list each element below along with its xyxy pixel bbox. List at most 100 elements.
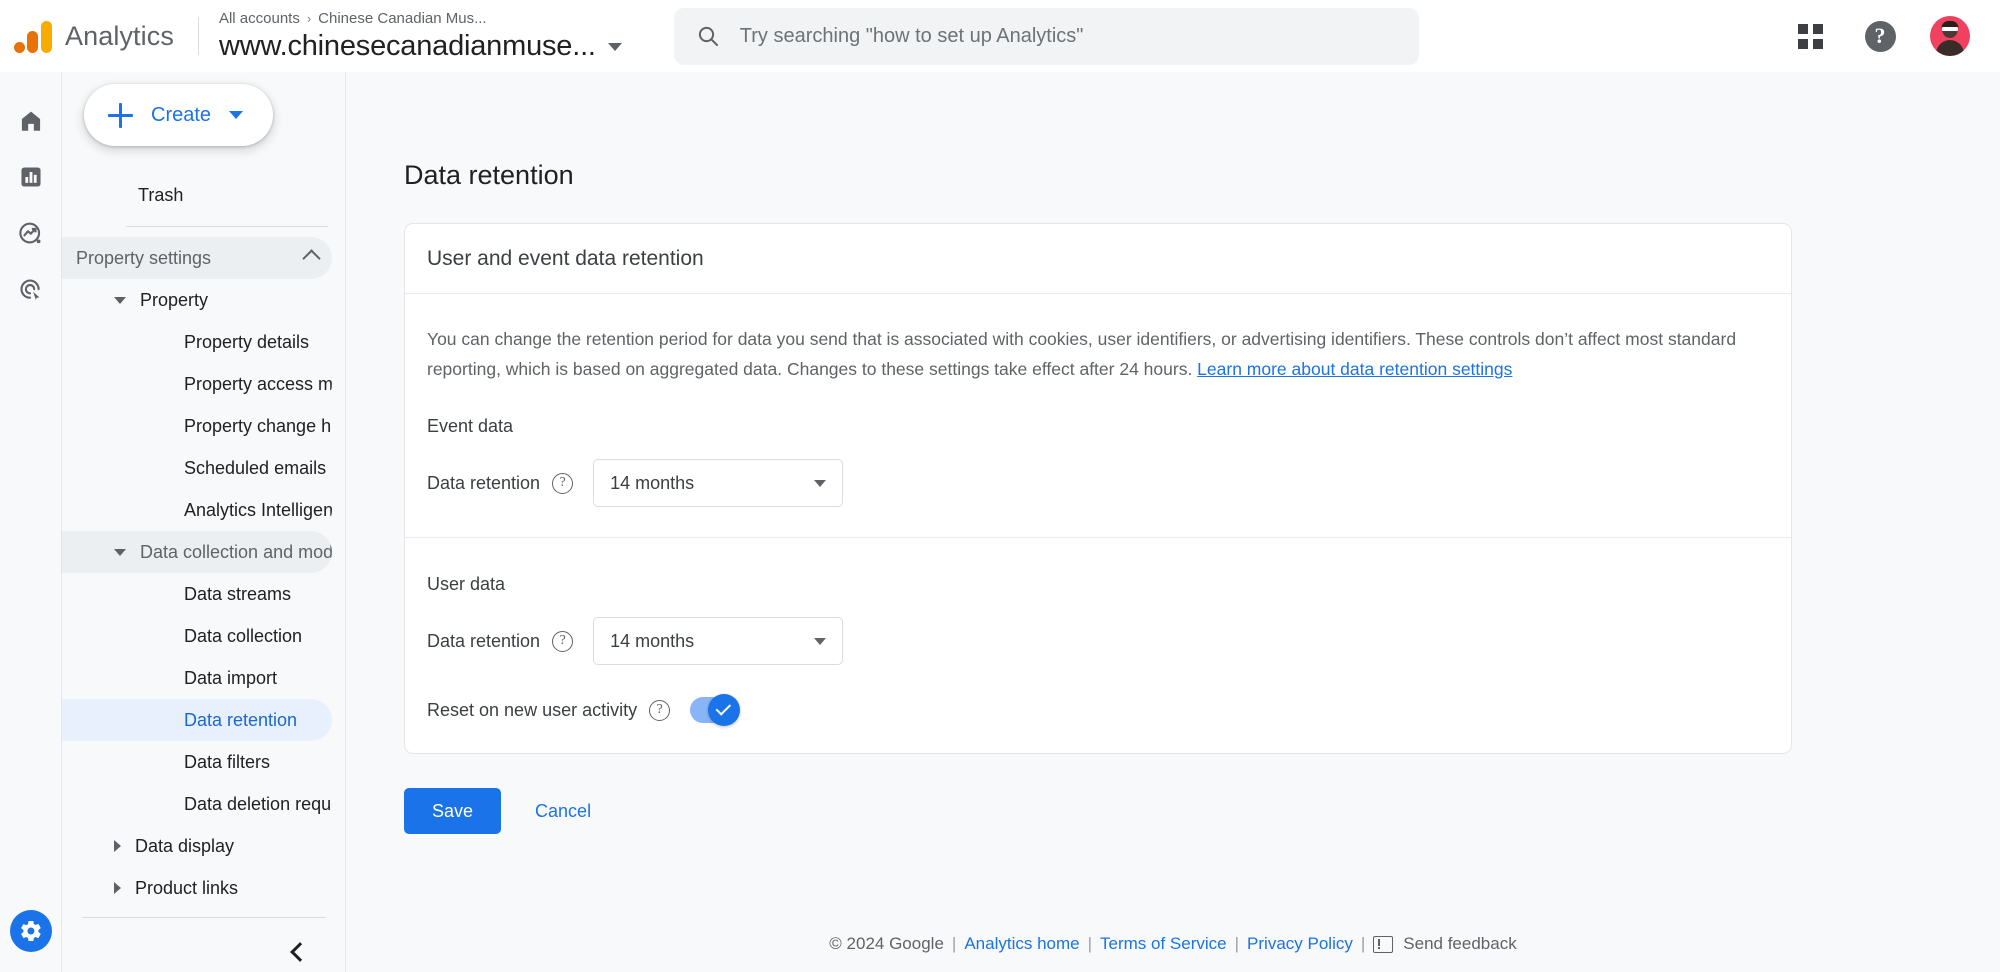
sidebar-item-analytics-intelligence-search[interactable]: Analytics Intelligence sear... — [62, 489, 332, 531]
sidebar-item-data-deletion-requests[interactable]: Data deletion requests — [62, 783, 332, 825]
apps-grid-icon — [1797, 23, 1823, 49]
analytics-brand[interactable]: Analytics — [0, 19, 174, 53]
sidebar-item-property-change-history[interactable]: Property change history — [62, 405, 332, 447]
top-bar-actions: ? — [1790, 16, 2000, 56]
sidebar-item-data-filters[interactable]: Data filters — [62, 741, 332, 783]
home-icon — [21, 111, 40, 131]
sidebar-item-label: Property settings — [76, 247, 212, 268]
sidebar-item-label: Trash — [138, 184, 184, 205]
data-retention-card: User and event data retention You can ch… — [404, 223, 1792, 755]
gear-icon — [20, 921, 41, 942]
footer-link-analytics-home[interactable]: Analytics home — [964, 934, 1079, 954]
help-question-icon[interactable]: ? — [552, 472, 574, 494]
user-retention-select[interactable]: 14 months — [593, 617, 844, 666]
chevron-up-icon[interactable] — [302, 248, 321, 268]
header-divider — [197, 17, 199, 55]
property-row[interactable]: www.chinesecanadianmuse... — [219, 30, 622, 63]
sidebar-nav: Create Trash Property settings Property — [62, 72, 346, 972]
analytics-logo-icon — [14, 19, 52, 53]
caret-down-icon — [814, 479, 827, 487]
sidebar-item-label: Property access managem... — [184, 373, 332, 394]
page-title: Data retention — [404, 160, 574, 190]
rail-item-home[interactable] — [8, 98, 54, 144]
reset-on-new-user-activity-toggle[interactable] — [690, 694, 741, 727]
breadcrumb-account[interactable]: Chinese Canadian Mus... — [318, 9, 486, 29]
explore-trending-icon — [19, 222, 41, 243]
reset-activity-label-group: Reset on new user activity ? — [427, 699, 671, 721]
breadcrumb-root[interactable]: All accounts — [219, 9, 300, 29]
sidebar-item-data-collection[interactable]: Data collection — [62, 615, 332, 657]
chevron-down-icon[interactable] — [607, 42, 622, 51]
sidebar-item-label: Analytics Intelligence sear... — [184, 499, 332, 520]
footer-separator: | — [1234, 934, 1240, 953]
search-input[interactable]: Try searching "how to set up Analytics" — [673, 7, 1419, 65]
sidebar-item-property-details[interactable]: Property details — [62, 321, 332, 363]
caret-down-icon — [114, 296, 126, 304]
event-retention-select[interactable]: 14 months — [593, 459, 844, 508]
sidebar-item-label: Data collection — [184, 625, 303, 646]
footer-separator: | — [1087, 934, 1093, 953]
toggle-knob-checked-icon — [708, 694, 741, 727]
reset-activity-row: Reset on new user activity ? — [427, 694, 1769, 727]
breadcrumb-separator-icon: › — [306, 11, 312, 26]
icon-rail — [0, 72, 62, 972]
rail-item-reports[interactable] — [8, 154, 54, 200]
help-button[interactable]: ? — [1860, 16, 1900, 56]
cancel-button[interactable]: Cancel — [519, 788, 607, 834]
property-name: www.chinesecanadianmuse... — [218, 30, 596, 62]
top-bar: Analytics All accounts › Chinese Canadia… — [0, 0, 2000, 72]
avatar[interactable] — [1930, 16, 1970, 56]
sidebar-item-trash[interactable]: Trash — [62, 174, 332, 216]
caret-right-icon — [114, 840, 121, 852]
sidebar-group-data-display[interactable]: Data display — [62, 825, 332, 867]
user-retention-value: 14 months — [610, 630, 695, 651]
sidebar-scroll[interactable]: Trash Property settings Property Propert… — [62, 160, 346, 917]
create-button[interactable]: Create — [84, 84, 274, 146]
sidebar-item-data-retention[interactable]: Data retention — [62, 699, 332, 741]
account-selector[interactable]: All accounts › Chinese Canadian Mus... w… — [219, 9, 622, 63]
plus-icon — [108, 102, 133, 128]
learn-more-link[interactable]: Learn more about data retention settings — [1197, 359, 1512, 379]
card-title: User and event data retention — [427, 246, 704, 270]
rail-item-explore[interactable] — [8, 210, 54, 256]
card-header: User and event data retention — [405, 224, 1791, 294]
retention-description: You can change the retention period for … — [427, 324, 1769, 384]
sidebar-item-data-streams[interactable]: Data streams — [62, 573, 332, 615]
footer-link-privacy[interactable]: Privacy Policy — [1247, 934, 1353, 954]
app-body: Create Trash Property settings Property — [0, 72, 2000, 972]
sidebar-item-label: Data import — [184, 667, 278, 688]
sidebar-item-data-import[interactable]: Data import — [62, 657, 332, 699]
description-text: You can change the retention period for … — [427, 329, 1737, 380]
bar-chart-icon — [20, 167, 41, 187]
event-retention-row: Data retention ? 14 months — [427, 459, 1769, 508]
help-question-icon[interactable]: ? — [649, 699, 671, 721]
save-button[interactable]: Save — [404, 788, 502, 835]
caret-down-icon — [814, 637, 827, 645]
sidebar-group-data-collection-and-modification[interactable]: Data collection and modifica... — [62, 531, 332, 573]
sidebar-item-property-settings[interactable]: Property settings — [62, 237, 332, 279]
sidebar-group-product-links[interactable]: Product links — [62, 867, 332, 909]
sidebar-divider — [126, 226, 328, 227]
sidebar-collapse-button[interactable] — [280, 932, 320, 972]
sidebar-item-label: Product links — [135, 877, 239, 898]
feedback-icon — [1373, 935, 1394, 953]
footer-link-terms[interactable]: Terms of Service — [1100, 934, 1227, 954]
caret-right-icon — [114, 882, 121, 894]
sidebar-item-label: Data collection and modifica... — [140, 541, 332, 562]
caret-down-icon — [114, 548, 126, 556]
reset-activity-label: Reset on new user activity — [427, 699, 638, 720]
sidebar-item-scheduled-emails[interactable]: Scheduled emails — [62, 447, 332, 489]
help-question-icon[interactable]: ? — [552, 630, 574, 652]
footer-send-feedback[interactable]: Send feedback — [1403, 934, 1516, 954]
create-area: Create — [62, 84, 346, 160]
user-data-section: User data Data retention ? 14 months Res… — [405, 538, 1791, 753]
help-question-icon: ? — [1864, 20, 1896, 52]
form-actions: Save Cancel — [404, 788, 2000, 835]
rail-bottom — [9, 910, 52, 952]
apps-grid-button[interactable] — [1790, 16, 1830, 56]
admin-gear-button[interactable] — [9, 910, 52, 952]
sidebar-group-property[interactable]: Property — [62, 279, 332, 321]
rail-item-advertising[interactable] — [8, 266, 54, 312]
sidebar-item-label: Property change history — [184, 415, 332, 436]
sidebar-item-property-access-management[interactable]: Property access managem... — [62, 363, 332, 405]
